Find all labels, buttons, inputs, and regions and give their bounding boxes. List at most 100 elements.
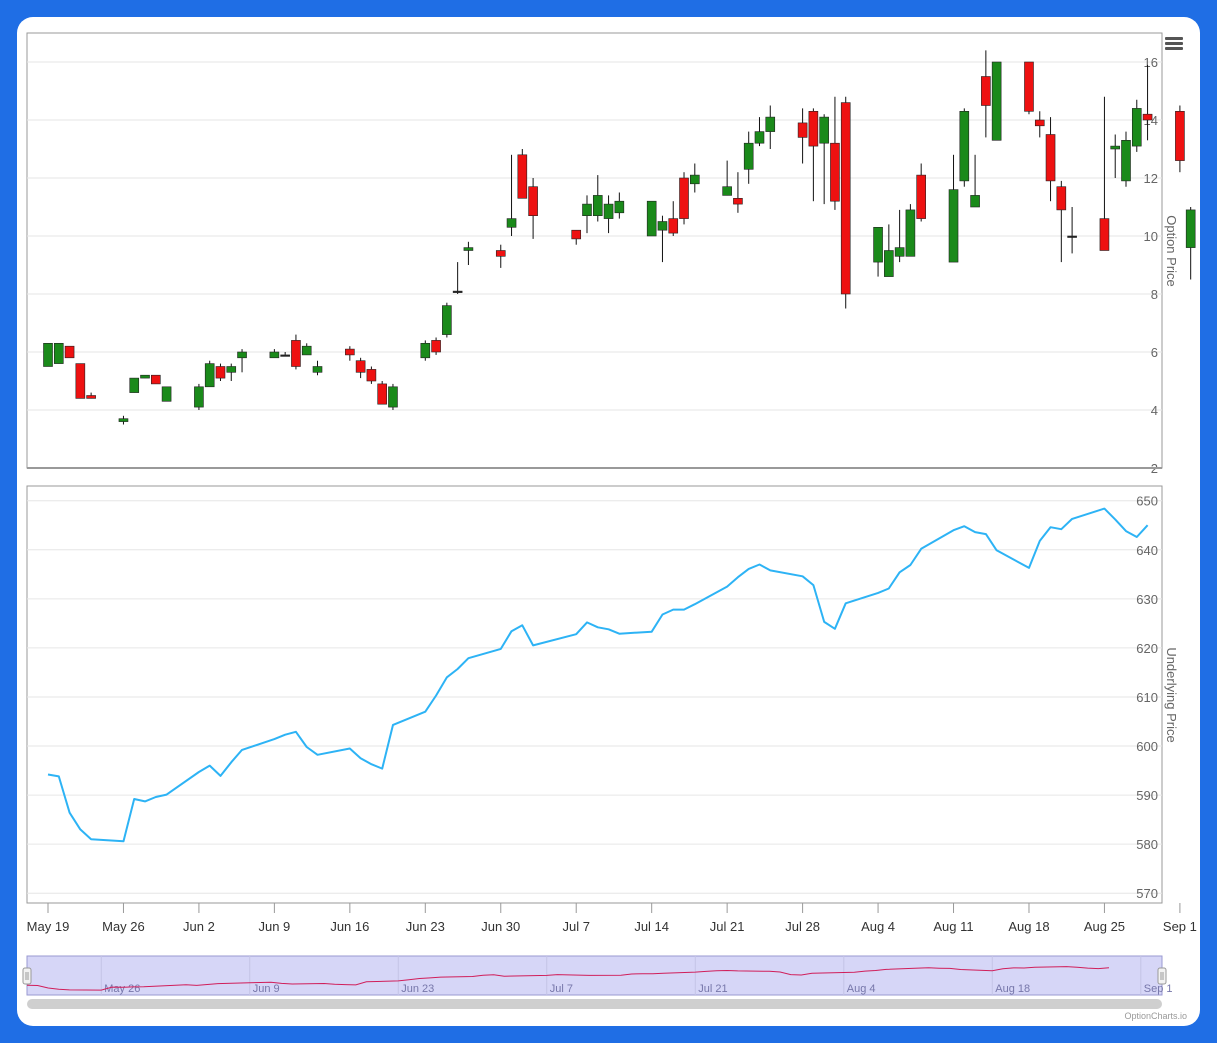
candle bbox=[679, 172, 689, 225]
underlying-y-tick-label: 630 bbox=[1136, 592, 1158, 607]
candle-body bbox=[495, 250, 506, 257]
navigator-label: Jul 21 bbox=[698, 983, 727, 995]
candle bbox=[64, 345, 75, 359]
candle-body bbox=[1185, 209, 1196, 248]
option-y-tick-label: 10 bbox=[1144, 229, 1158, 244]
candle-body bbox=[582, 203, 592, 217]
candle-body bbox=[366, 369, 377, 382]
candle bbox=[75, 363, 86, 399]
candle-body bbox=[140, 374, 150, 379]
option-y-tick-label: 16 bbox=[1144, 55, 1158, 70]
candle bbox=[388, 383, 398, 410]
candle-body bbox=[646, 200, 657, 237]
candle-body bbox=[64, 345, 75, 359]
candle-body bbox=[53, 342, 64, 364]
candle-body bbox=[312, 366, 323, 373]
navigator-label: May 26 bbox=[104, 983, 140, 995]
x-tick-label: Jul 21 bbox=[710, 919, 745, 934]
candle bbox=[151, 374, 161, 385]
x-tick-label: Jun 23 bbox=[406, 919, 445, 934]
candle-body bbox=[345, 348, 355, 356]
x-tick-label: Jun 30 bbox=[481, 919, 520, 934]
candle bbox=[194, 383, 204, 410]
option-y-axis-label: Option Price bbox=[1164, 215, 1179, 287]
x-tick-label: Jun 2 bbox=[183, 919, 215, 934]
candle-body bbox=[614, 200, 625, 214]
candle-body bbox=[894, 247, 905, 257]
x-tick-label: Jul 14 bbox=[634, 919, 669, 934]
underlying-y-tick-label: 570 bbox=[1136, 886, 1158, 901]
candle-body bbox=[355, 360, 366, 373]
x-tick-label: Jul 28 bbox=[785, 919, 820, 934]
candle-body bbox=[592, 195, 603, 216]
candle-body bbox=[151, 374, 161, 385]
candle-body bbox=[237, 351, 247, 359]
candle-body bbox=[981, 76, 991, 106]
candle-body bbox=[1131, 108, 1142, 147]
candle bbox=[1185, 207, 1196, 280]
navigator-label: Aug 4 bbox=[847, 983, 876, 995]
candle bbox=[1024, 61, 1034, 115]
candle bbox=[646, 200, 657, 237]
navigator-scrollbar[interactable] bbox=[27, 999, 1162, 1009]
candle bbox=[840, 96, 851, 309]
x-tick-label: Sep 1 bbox=[1163, 919, 1197, 934]
candle-body bbox=[280, 354, 290, 357]
navigator-right-handle[interactable] bbox=[1157, 967, 1167, 985]
candle-body bbox=[1067, 235, 1077, 238]
candle-body bbox=[517, 154, 528, 199]
candle-body bbox=[161, 386, 172, 402]
candle-body bbox=[959, 111, 970, 182]
candle bbox=[442, 302, 452, 338]
candle-body bbox=[463, 247, 474, 251]
hamburger-menu-icon[interactable] bbox=[1165, 37, 1183, 51]
candle-body bbox=[377, 383, 387, 405]
candle-body bbox=[1142, 113, 1153, 121]
navigator-handle-grip bbox=[1157, 967, 1167, 985]
candle-body bbox=[528, 186, 538, 216]
candle-body bbox=[301, 345, 312, 356]
underlying-y-tick-label: 650 bbox=[1136, 494, 1158, 509]
candle-body bbox=[873, 227, 883, 263]
candle-body bbox=[884, 250, 894, 277]
candle-body bbox=[657, 221, 668, 231]
candle bbox=[420, 340, 431, 361]
candle-body bbox=[1121, 140, 1131, 182]
candle bbox=[517, 149, 528, 199]
candle-body bbox=[916, 174, 926, 219]
option-y-tick-label: 8 bbox=[1151, 287, 1158, 302]
candle-body bbox=[194, 386, 204, 408]
underlying-y-tick-label: 610 bbox=[1136, 690, 1158, 705]
x-tick-label: May 19 bbox=[27, 919, 70, 934]
candle-body bbox=[129, 377, 140, 393]
underlying-y-tick-label: 580 bbox=[1136, 837, 1158, 852]
candle bbox=[53, 342, 64, 364]
candle-body bbox=[970, 195, 980, 208]
candle-body bbox=[1024, 61, 1034, 112]
candle-body bbox=[420, 342, 431, 359]
candle-body bbox=[118, 418, 129, 422]
candle-body bbox=[452, 290, 463, 293]
candle-body bbox=[1175, 111, 1185, 161]
candle-body bbox=[991, 61, 1002, 141]
candle-body bbox=[43, 342, 53, 367]
underlying-y-tick-label: 600 bbox=[1136, 739, 1158, 754]
candle-body bbox=[1034, 119, 1045, 127]
candle bbox=[959, 108, 970, 187]
candle-body bbox=[840, 102, 851, 295]
candle-body bbox=[808, 111, 819, 147]
underlying-y-tick-label: 640 bbox=[1136, 543, 1158, 558]
credit-label: OptionCharts.io bbox=[1124, 1011, 1187, 1021]
candle-body bbox=[603, 203, 614, 219]
candle-body bbox=[226, 366, 237, 373]
candle-body bbox=[506, 218, 517, 228]
x-tick-label: Jul 7 bbox=[562, 919, 589, 934]
option-y-tick-label: 4 bbox=[1151, 403, 1158, 418]
candle bbox=[215, 363, 226, 381]
candle-body bbox=[269, 351, 280, 359]
candle-body bbox=[442, 305, 452, 335]
candle-body bbox=[1045, 134, 1056, 182]
navigator-left-handle[interactable] bbox=[22, 967, 32, 985]
candle-body bbox=[797, 122, 808, 138]
chart-canvas: 246810121416Option Price5705805906006106… bbox=[22, 32, 1197, 1009]
